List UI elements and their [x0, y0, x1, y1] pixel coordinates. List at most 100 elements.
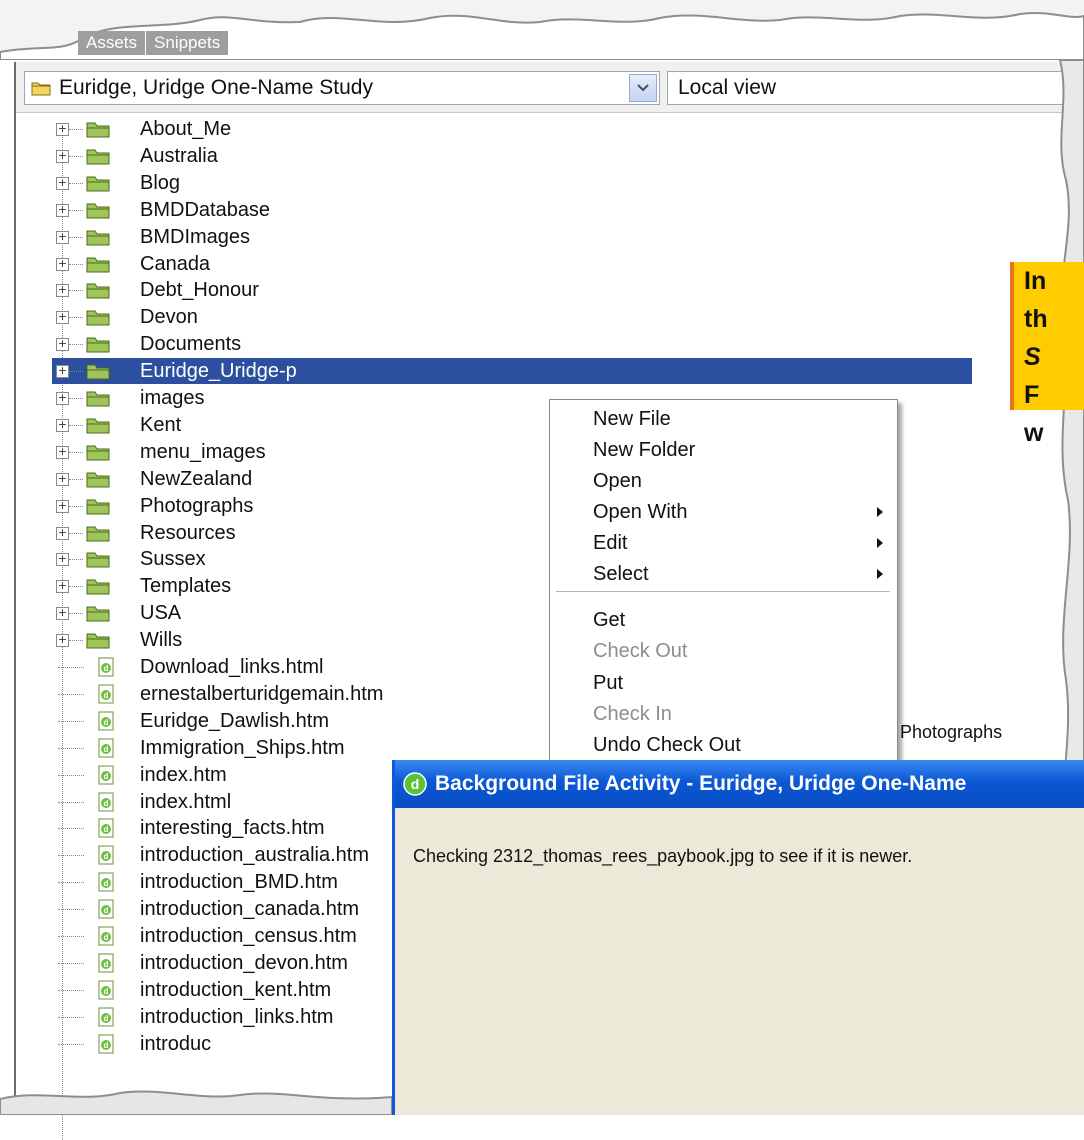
menu-item-label: Check Out: [593, 640, 688, 662]
svg-text:d: d: [104, 664, 109, 673]
folder-row[interactable]: + Debt_Honour: [16, 277, 1076, 303]
expand-toggle-icon[interactable]: +: [56, 472, 69, 486]
expand-toggle-icon[interactable]: +: [56, 418, 69, 432]
menu-item-put[interactable]: Put: [550, 668, 897, 698]
tab-assets[interactable]: Assets: [78, 31, 146, 55]
menu-item-open-with[interactable]: Open With: [550, 497, 897, 527]
menu-item-open[interactable]: Open: [550, 466, 897, 496]
folder-row[interactable]: + Euridge_Uridge-p: [16, 358, 1076, 387]
folder-label: USA: [140, 602, 182, 625]
folder-row[interactable]: + Kent: [16, 412, 1076, 438]
site-dropdown-button[interactable]: [629, 74, 657, 102]
expand-toggle-icon[interactable]: +: [56, 392, 69, 405]
menu-item-label: New File: [593, 408, 671, 430]
view-mode: Local view: [678, 76, 777, 99]
tree-connector: [58, 774, 84, 776]
menu-item-new-folder[interactable]: New Folder: [550, 435, 897, 465]
dialog-titlebar[interactable]: d Background File Activity - Euridge, Ur…: [395, 760, 1084, 808]
file-label: introduc: [140, 1032, 212, 1055]
folder-row[interactable]: + Photographs: [16, 493, 1076, 519]
folder-icon: [31, 82, 51, 96]
tree-connector: [69, 371, 83, 373]
tab-snippets[interactable]: Snippets: [146, 31, 229, 55]
expand-toggle-icon[interactable]: +: [56, 365, 69, 379]
menu-item-undo-check-out[interactable]: Undo Check Out: [550, 730, 897, 760]
tree-connector: [69, 344, 83, 346]
folder-icon: [86, 603, 110, 629]
expand-toggle-icon[interactable]: +: [56, 553, 69, 567]
expand-toggle-icon[interactable]: +: [56, 634, 69, 648]
site-selector[interactable]: Euridge, Uridge One-Name Study: [24, 71, 660, 105]
folder-row[interactable]: + images: [16, 385, 1076, 411]
expand-toggle-icon[interactable]: +: [56, 445, 69, 459]
dreamweaver-icon: d: [403, 772, 427, 796]
expand-toggle-icon[interactable]: +: [56, 580, 69, 594]
expand-toggle-icon[interactable]: +: [56, 203, 69, 217]
file-label: introduction_canada.htm: [140, 898, 360, 921]
expand-toggle-icon[interactable]: +: [56, 176, 69, 190]
svg-text:d: d: [104, 906, 109, 915]
folder-row[interactable]: + menu_images: [16, 439, 1076, 465]
expand-toggle-icon[interactable]: +: [56, 499, 69, 513]
expand-toggle-icon[interactable]: +: [56, 311, 69, 325]
expand-toggle-icon[interactable]: +: [56, 257, 69, 271]
file-row[interactable]: d ernestalberturidgemain.htm: [16, 681, 1076, 707]
folder-icon: [86, 146, 110, 172]
expand-toggle-icon[interactable]: +: [56, 230, 69, 244]
expand-toggle-icon[interactable]: +: [56, 284, 69, 298]
menu-item-edit[interactable]: Edit: [550, 528, 897, 558]
expand-toggle-icon[interactable]: +: [56, 526, 69, 540]
folder-label: Blog: [140, 171, 181, 194]
folder-row[interactable]: + About_Me: [16, 116, 1076, 142]
expand-toggle-icon[interactable]: +: [56, 607, 69, 621]
tree-connector: [58, 855, 84, 857]
folder-row[interactable]: + Devon: [16, 304, 1076, 330]
expand-toggle-icon[interactable]: +: [56, 123, 69, 136]
folder-label: Sussex: [140, 548, 206, 571]
menu-item-check-out: Check Out: [550, 636, 897, 666]
folder-row[interactable]: + Wills: [16, 627, 1076, 653]
menu-item-select[interactable]: Select: [550, 559, 897, 589]
folder-row[interactable]: + USA: [16, 600, 1076, 626]
tree-connector: [69, 317, 83, 319]
tree-connector: [69, 640, 83, 642]
folder-icon: [86, 173, 110, 199]
tree-connector: [69, 209, 83, 211]
folder-label: Euridge_Uridge-p: [140, 360, 297, 383]
expand-toggle-icon[interactable]: +: [56, 149, 69, 163]
menu-item-label: Open: [593, 470, 642, 492]
folder-icon: [86, 200, 110, 226]
folder-icon: [86, 119, 110, 145]
folder-label: NewZealand: [140, 467, 253, 490]
folder-row[interactable]: + Canada: [16, 251, 1076, 277]
folder-row[interactable]: + BMDDatabase: [16, 197, 1076, 223]
folder-icon: [86, 630, 110, 656]
svg-text:d: d: [104, 825, 109, 834]
menu-item-new-file[interactable]: New File: [550, 404, 897, 434]
folder-row[interactable]: + Resources: [16, 520, 1076, 546]
file-label: index.htm: [140, 763, 227, 786]
folder-row[interactable]: + Sussex: [16, 546, 1076, 572]
folder-row[interactable]: + BMDImages: [16, 224, 1076, 250]
menu-item-get[interactable]: Get: [550, 605, 897, 635]
folder-row[interactable]: + Templates: [16, 573, 1076, 599]
view-selector[interactable]: Local view: [667, 71, 1084, 105]
folder-label: About_Me: [140, 118, 232, 140]
folder-row[interactable]: + Documents: [16, 331, 1076, 357]
folder-row[interactable]: + NewZealand: [16, 466, 1076, 492]
tree-connector: [69, 586, 83, 588]
folder-row[interactable]: + Australia: [16, 143, 1076, 169]
tree-connector: [58, 801, 84, 803]
file-row[interactable]: d Download_links.html: [16, 654, 1076, 680]
svg-text:d: d: [411, 776, 420, 792]
menu-item-label: Put: [593, 672, 624, 694]
menu-item-label: Edit: [593, 532, 628, 554]
folder-icon: [86, 415, 110, 441]
folder-row[interactable]: + Blog: [16, 170, 1076, 196]
tree-connector: [58, 989, 84, 991]
svg-text:d: d: [104, 799, 109, 808]
tree-connector: [69, 182, 83, 184]
folder-icon: [86, 361, 110, 387]
folder-label: Canada: [140, 252, 211, 275]
expand-toggle-icon[interactable]: +: [56, 338, 69, 352]
